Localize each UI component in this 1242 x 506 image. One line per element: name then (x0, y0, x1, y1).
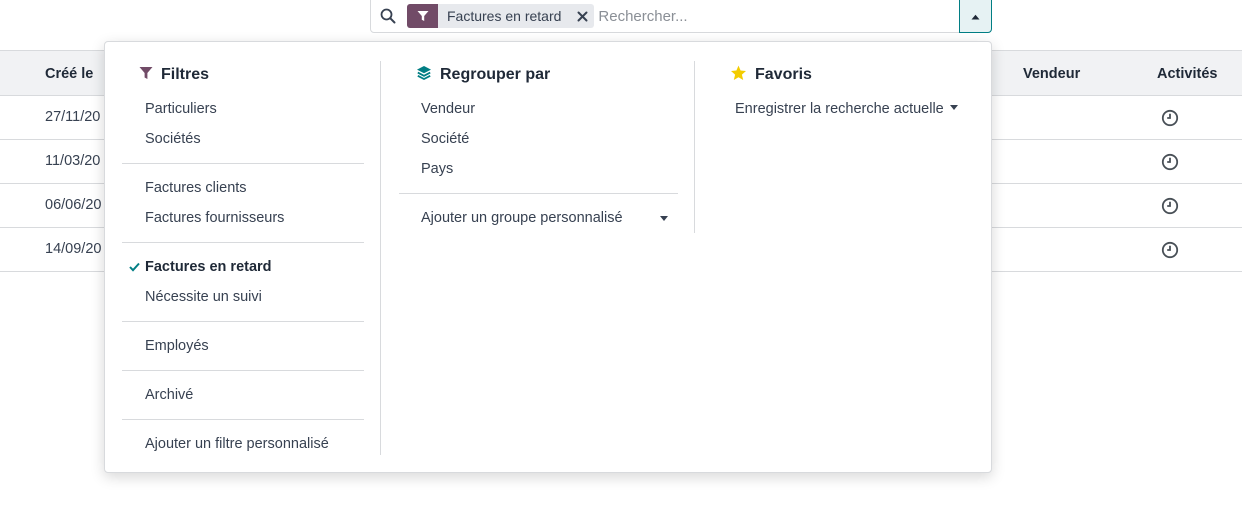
add-custom-group-select[interactable]: Ajouter un groupe personnalisé (399, 203, 678, 233)
add-custom-filter[interactable]: Ajouter un filtre personnalisé (122, 429, 364, 459)
clock-icon[interactable] (1161, 109, 1179, 131)
filter-item[interactable]: Employés (122, 331, 364, 361)
favorites-title: Favoris (755, 66, 812, 83)
group-by-item[interactable]: Vendeur (399, 94, 678, 124)
divider (122, 419, 364, 420)
column-divider (694, 61, 695, 233)
caret-down-icon (949, 105, 958, 110)
search-bar[interactable]: Factures en retard (370, 0, 960, 33)
created-date-cell: 06/06/20 (45, 197, 102, 213)
favorites-heading: Favoris (715, 63, 975, 87)
caret-up-icon (971, 7, 980, 25)
star-icon (730, 65, 747, 86)
filter-label: Factures en retard (145, 259, 272, 275)
group-by-label: Pays (421, 161, 454, 177)
group-by-item[interactable]: Société (399, 124, 678, 154)
funnel-icon (407, 4, 438, 28)
filter-label: Factures fournisseurs (145, 210, 285, 226)
group-by-heading: Regrouper par (399, 63, 678, 87)
search-input[interactable] (598, 7, 959, 25)
filter-label: Archivé (145, 387, 194, 403)
filter-label: Employés (145, 338, 209, 354)
filter-label: Factures clients (145, 180, 247, 196)
filter-label: Ajouter un filtre personnalisé (145, 436, 329, 452)
divider (399, 193, 678, 194)
favorites-column: Favoris Enregistrer la recherche actuell… (715, 42, 975, 124)
column-header-activities[interactable]: Activités (1157, 66, 1217, 82)
search-facet: Factures en retard (407, 4, 595, 28)
group-by-item[interactable]: Pays (399, 154, 678, 184)
save-current-search-label: Enregistrer la recherche actuelle (735, 101, 944, 117)
divider (122, 163, 364, 164)
group-by-label: Vendeur (421, 101, 476, 117)
filter-label: Sociétés (145, 131, 201, 147)
facet-label: Factures en retard (447, 8, 562, 24)
caret-down-icon (660, 215, 668, 221)
created-date-cell: 14/09/20 (45, 241, 102, 257)
clock-icon[interactable] (1161, 153, 1179, 175)
column-header-salesperson[interactable]: Vendeur (1023, 66, 1080, 82)
filters-column: Filtres Particuliers Sociétés Factures c… (122, 42, 364, 459)
filter-item[interactable]: Particuliers (122, 94, 364, 124)
column-header-created[interactable]: Créé le (45, 66, 93, 82)
group-by-label: Société (421, 131, 470, 147)
filter-item-selected[interactable]: Factures en retard (122, 252, 364, 282)
created-date-cell: 11/03/20 (45, 153, 101, 169)
filter-label: Nécessite un suivi (145, 289, 262, 305)
filter-item[interactable]: Factures clients (122, 173, 364, 203)
divider (122, 370, 364, 371)
filters-heading: Filtres (122, 63, 364, 87)
created-date-cell: 27/11/20 (45, 109, 101, 125)
funnel-icon (139, 66, 153, 85)
filter-item[interactable]: Nécessite un suivi (122, 282, 364, 312)
divider (122, 321, 364, 322)
filter-item[interactable]: Archivé (122, 380, 364, 410)
close-icon[interactable] (570, 4, 594, 28)
search-panel-dropdown: Filtres Particuliers Sociétés Factures c… (104, 41, 992, 473)
toggle-search-panel-button[interactable] (959, 0, 992, 33)
filter-label: Particuliers (145, 101, 217, 117)
divider (122, 242, 364, 243)
search-icon (371, 0, 405, 32)
group-by-column: Regrouper par Vendeur Société Pays Ajout… (399, 42, 678, 233)
filter-item[interactable]: Factures fournisseurs (122, 203, 364, 233)
column-divider (380, 61, 381, 455)
save-current-search-toggle[interactable]: Enregistrer la recherche actuelle (715, 94, 975, 124)
filter-item[interactable]: Sociétés (122, 124, 364, 154)
custom-group-label: Ajouter un groupe personnalisé (421, 210, 623, 226)
clock-icon[interactable] (1161, 197, 1179, 219)
group-by-title: Regrouper par (440, 66, 551, 83)
filters-title: Filtres (161, 66, 210, 83)
clock-icon[interactable] (1161, 241, 1179, 263)
layers-icon (416, 65, 432, 86)
checkmark-icon (129, 260, 140, 276)
